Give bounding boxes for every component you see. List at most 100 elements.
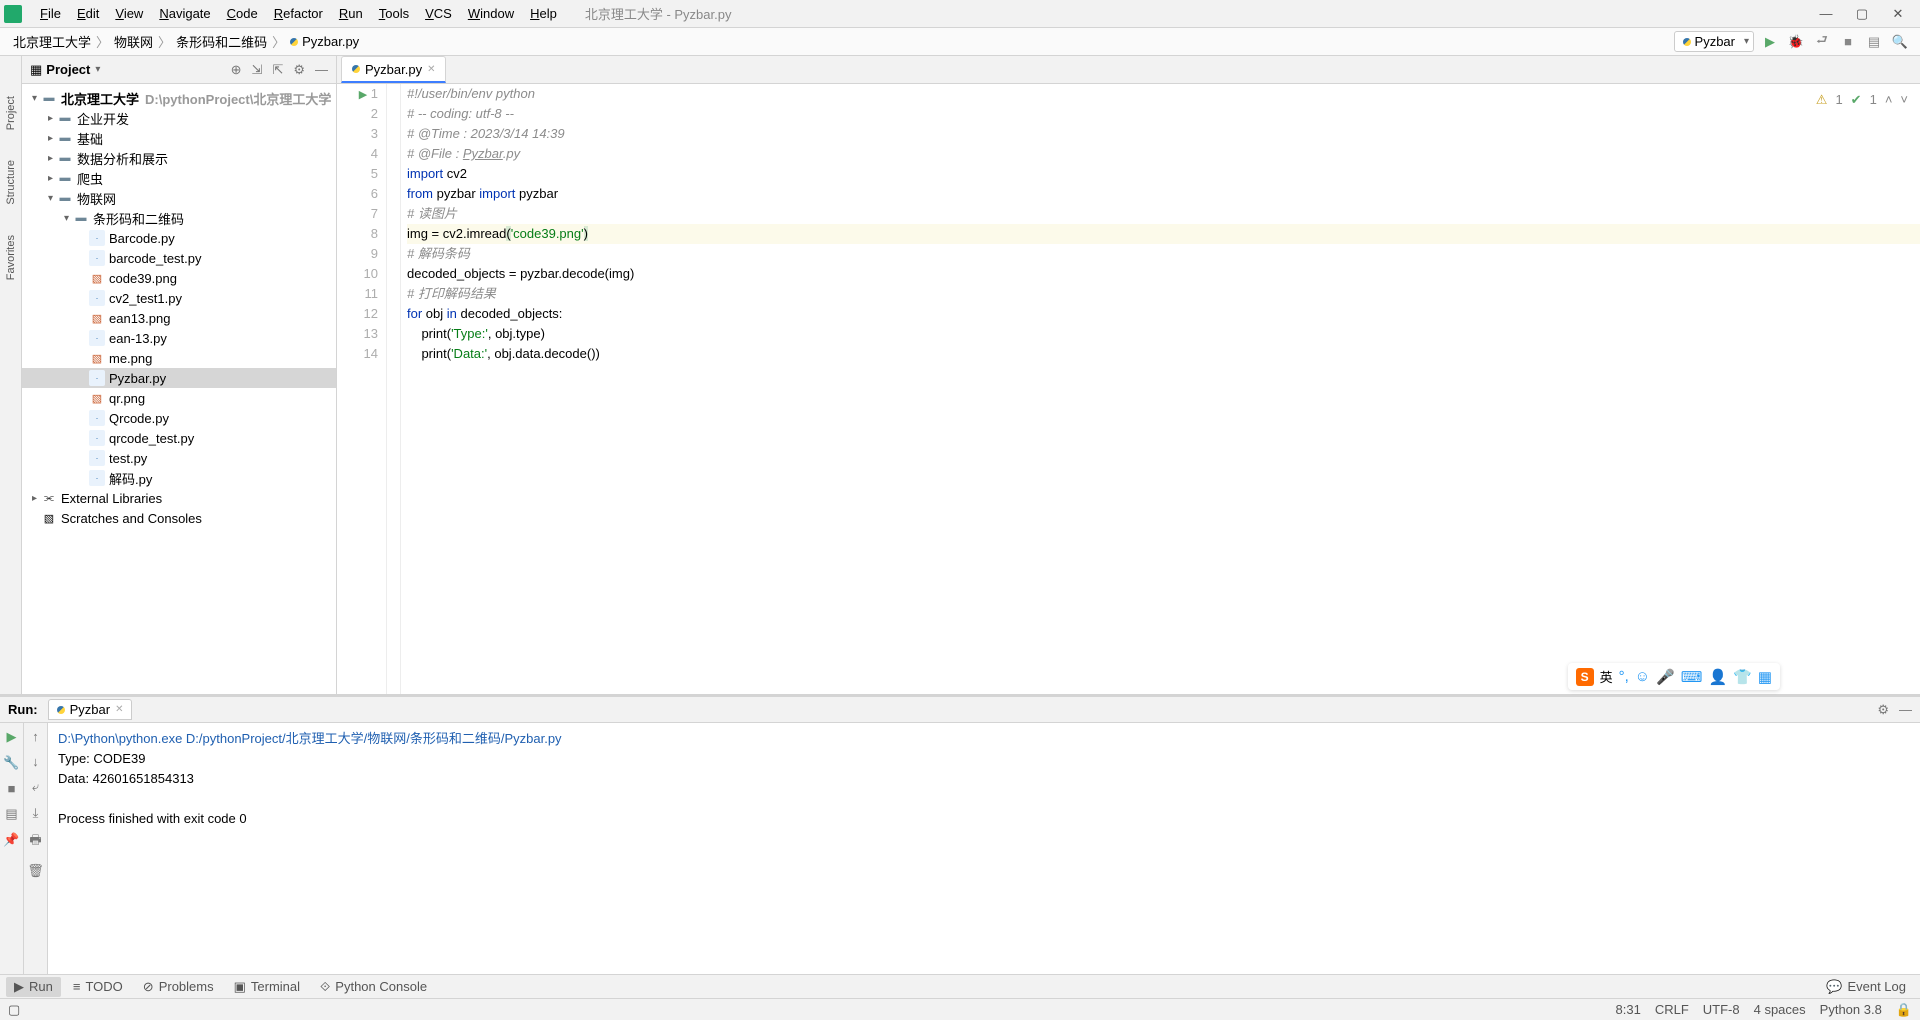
file-encoding[interactable]: UTF-8 <box>1703 1002 1740 1017</box>
tool-button-run[interactable]: ▶Run <box>6 977 61 997</box>
breadcrumb-item[interactable]: 物联网 <box>111 32 156 51</box>
rerun-icon[interactable]: ▶ <box>7 729 17 745</box>
code-line[interactable]: # -- coding: utf-8 -- <box>407 104 1920 124</box>
tool-button-terminal[interactable]: ▣Terminal <box>226 977 308 997</box>
event-log-button[interactable]: 💬 Event Log <box>1818 977 1914 997</box>
gutter-project[interactable]: Project <box>5 96 17 130</box>
run-icon[interactable]: ▶ <box>1760 32 1780 52</box>
pin-icon[interactable]: 📌 <box>3 832 19 848</box>
menu-code[interactable]: Code <box>219 6 266 21</box>
console-output[interactable]: D:\Python\python.exe D:/pythonProject/北京… <box>48 723 1920 974</box>
hide-icon[interactable]: — <box>1899 702 1912 718</box>
tree-row[interactable]: ·test.py <box>22 448 336 468</box>
trash-icon[interactable]: 🗑 <box>27 863 44 879</box>
tree-row[interactable]: ▸▬基础 <box>22 128 336 148</box>
code-line[interactable]: img = cv2.imread('code39.png') <box>407 224 1920 244</box>
tool-button-todo[interactable]: ≡TODO <box>65 977 131 997</box>
run-tab-pyzbar[interactable]: Pyzbar ✕ <box>48 699 133 720</box>
stop-icon[interactable]: ■ <box>1838 32 1858 52</box>
tree-row[interactable]: ·Pyzbar.py <box>22 368 336 388</box>
tree-row[interactable]: ·qrcode_test.py <box>22 428 336 448</box>
softwrap-icon[interactable]: ⤶ <box>32 779 39 795</box>
ime-mic-icon[interactable]: 🎤 <box>1656 668 1675 686</box>
code-line[interactable]: # 读图片 <box>407 204 1920 224</box>
tree-row[interactable]: ▾▬物联网 <box>22 188 336 208</box>
chevron-up-icon[interactable]: ˄ <box>1885 90 1893 110</box>
gutter-structure[interactable]: Structure <box>5 160 17 205</box>
breadcrumb-item[interactable]: 条形码和二维码 <box>173 32 270 51</box>
code-line[interactable]: for obj in decoded_objects: <box>407 304 1920 324</box>
tree-row[interactable]: ·ean-13.py <box>22 328 336 348</box>
tab-close-icon[interactable]: ✕ <box>115 704 123 715</box>
tree-row[interactable]: ▧ean13.png <box>22 308 336 328</box>
run-config-select[interactable]: Pyzbar <box>1674 31 1754 52</box>
code-line[interactable]: print('Data:', obj.data.decode()) <box>407 344 1920 364</box>
menu-navigate[interactable]: Navigate <box>151 6 218 21</box>
code-line[interactable]: # @File : Pyzbar.py <box>407 144 1920 164</box>
breadcrumb-item[interactable]: Pyzbar.py <box>287 34 362 49</box>
tool-button-python-console[interactable]: ⟐Python Console <box>312 977 435 997</box>
lock-icon[interactable]: 🔒 <box>1896 1002 1912 1018</box>
tab-close-icon[interactable]: ✕ <box>427 64 435 75</box>
tool-button-problems[interactable]: ⊘Problems <box>135 977 222 997</box>
ime-toolbar[interactable]: S 英 °, ☺ 🎤 ⌨ 👤 👕 ▦ <box>1568 663 1780 690</box>
menu-tools[interactable]: Tools <box>371 6 417 21</box>
minimize-icon[interactable]: — <box>1808 0 1844 28</box>
up-icon[interactable]: ↑ <box>32 729 39 744</box>
tree-row[interactable]: ▾▬北京理工大学D:\pythonProject\北京理工大学 <box>22 88 336 108</box>
code-line[interactable]: import cv2 <box>407 164 1920 184</box>
scroll-icon[interactable]: ⤓ <box>33 805 39 821</box>
tree-row[interactable]: ·Qrcode.py <box>22 408 336 428</box>
tab-pyzbar[interactable]: Pyzbar.py ✕ <box>341 56 446 83</box>
tree-row[interactable]: ▸⫘External Libraries <box>22 488 336 508</box>
tree-row[interactable]: ▸▬数据分析和展示 <box>22 148 336 168</box>
code-line[interactable]: from pyzbar import pyzbar <box>407 184 1920 204</box>
stop-icon[interactable]: ■ <box>8 781 16 796</box>
menu-file[interactable]: File <box>32 6 69 21</box>
code-editor[interactable]: ▶ 1234567891011121314 #!/user/bin/env py… <box>337 84 1920 694</box>
menu-vcs[interactable]: VCS <box>417 6 460 21</box>
project-tree[interactable]: ▾▬北京理工大学D:\pythonProject\北京理工大学▸▬企业开发▸▬基… <box>22 84 336 694</box>
code-line[interactable]: #!/user/bin/env python <box>407 84 1920 104</box>
tree-row[interactable]: ▧qr.png <box>22 388 336 408</box>
code-line[interactable]: decoded_objects = pyzbar.decode(img) <box>407 264 1920 284</box>
ime-punct-icon[interactable]: °, <box>1619 668 1629 685</box>
code-line[interactable]: # @Time : 2023/3/14 14:39 <box>407 124 1920 144</box>
gear-icon[interactable]: ⚙ <box>293 62 305 78</box>
tree-row[interactable]: ·barcode_test.py <box>22 248 336 268</box>
ime-grid-icon[interactable]: ▦ <box>1758 668 1772 686</box>
code-line[interactable]: print('Type:', obj.type) <box>407 324 1920 344</box>
python-interpreter[interactable]: Python 3.8 <box>1820 1002 1882 1017</box>
print-icon[interactable]: 🖶 <box>29 831 41 853</box>
locate-icon[interactable]: ⊕ <box>231 62 242 78</box>
hide-icon[interactable]: — <box>315 62 328 78</box>
down-icon[interactable]: ↓ <box>32 754 39 769</box>
chevron-down-icon[interactable]: ˅ <box>1900 90 1908 110</box>
tree-row[interactable]: ·cv2_test1.py <box>22 288 336 308</box>
tree-row[interactable]: ▧code39.png <box>22 268 336 288</box>
caret-position[interactable]: 8:31 <box>1616 1002 1641 1017</box>
indent-setting[interactable]: 4 spaces <box>1754 1002 1806 1017</box>
tree-row[interactable]: ▧Scratches and Consoles <box>22 508 336 528</box>
tree-row[interactable]: ▸▬爬虫 <box>22 168 336 188</box>
close-icon[interactable]: ✕ <box>1880 0 1916 28</box>
coverage-icon[interactable]: ⮐ <box>1812 32 1832 52</box>
tree-row[interactable]: ▧me.png <box>22 348 336 368</box>
expand-icon[interactable]: ⇲ <box>252 62 263 78</box>
ime-keyboard-icon[interactable]: ⌨ <box>1681 668 1703 686</box>
menu-view[interactable]: View <box>107 6 151 21</box>
chevron-down-icon[interactable]: ▾ <box>95 64 100 75</box>
menu-run[interactable]: Run <box>331 6 371 21</box>
code-line[interactable]: # 解码条码 <box>407 244 1920 264</box>
debug-icon[interactable]: 🐞 <box>1786 32 1806 52</box>
breadcrumb-item[interactable]: 北京理工大学 <box>10 32 94 51</box>
gutter-favorites[interactable]: Favorites <box>5 235 17 280</box>
tree-row[interactable]: ▸▬企业开发 <box>22 108 336 128</box>
search-icon[interactable]: 🔍 <box>1890 32 1910 52</box>
layout-icon[interactable]: ▤ <box>5 806 17 822</box>
tree-row[interactable]: ·Barcode.py <box>22 228 336 248</box>
gear-icon[interactable]: ⚙ <box>1877 702 1889 718</box>
code-line[interactable]: # 打印解码结果 <box>407 284 1920 304</box>
menu-edit[interactable]: Edit <box>69 6 107 21</box>
line-separator[interactable]: CRLF <box>1655 1002 1689 1017</box>
